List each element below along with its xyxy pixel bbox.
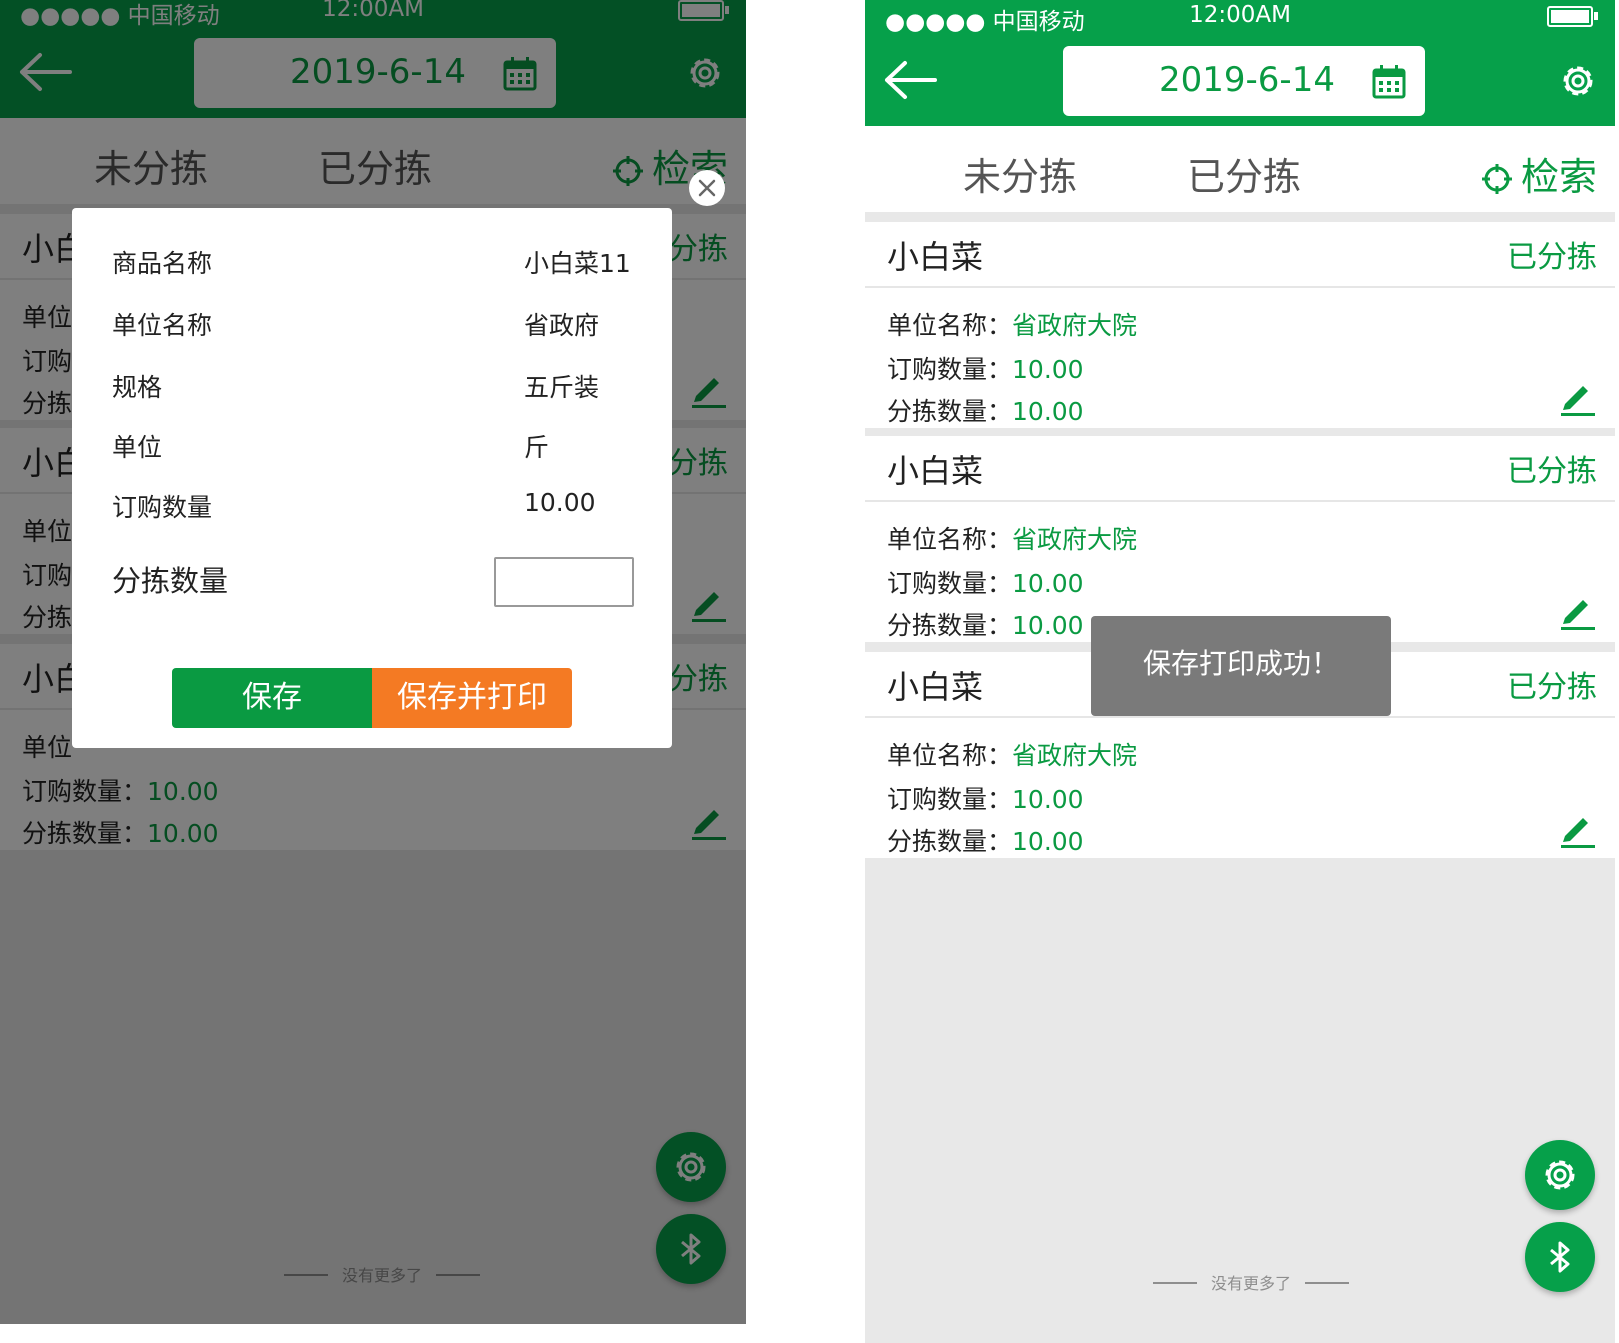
pencil-icon[interactable]: [1557, 376, 1597, 416]
dialog-row-unit: 单位 斤: [112, 428, 636, 464]
status-bar: ●●●●● 中国移动 12:00AM: [865, 2, 1615, 35]
no-more-footer: 没有更多了: [1139, 1270, 1363, 1294]
date-picker[interactable]: 2019-6-14: [1063, 46, 1425, 116]
row-label: 规格: [112, 373, 163, 402]
dialog-row-order-qty: 订购数量 10.00: [112, 488, 636, 524]
sort-row: 分拣数量：10.00: [887, 606, 1084, 642]
unit-row: 单位名称：省政府大院: [887, 736, 1137, 772]
sort-value: 10.00: [1012, 611, 1084, 640]
row-label: 单位: [112, 433, 163, 462]
divider: [865, 500, 1615, 502]
search-button[interactable]: 检索: [1481, 146, 1597, 201]
row-label: 订购数量: [112, 493, 213, 522]
divider: [865, 716, 1615, 718]
bluetooth-icon: [1550, 1241, 1570, 1273]
order-label: 订购数量：: [887, 355, 1013, 384]
dialog-row-spec: 规格 五斤装: [112, 368, 636, 404]
order-row: 订购数量：10.00: [887, 350, 1084, 386]
battery-icon: [1547, 6, 1598, 27]
save-button[interactable]: 保存: [172, 668, 372, 728]
sort-label: 分拣数量：: [887, 611, 1013, 640]
unit-label: 单位名称：: [887, 525, 1013, 554]
crosshair-icon: [1482, 164, 1512, 194]
order-row: 订购数量：10.00: [887, 780, 1084, 816]
product-name: 小白菜: [887, 668, 984, 706]
date-value: 2019-6-14: [1159, 60, 1335, 100]
order-value: 10.00: [1012, 785, 1084, 814]
unit-row: 单位名称：省政府大院: [887, 520, 1137, 556]
pencil-icon[interactable]: [1557, 808, 1597, 848]
order-value: 10.00: [1012, 355, 1084, 384]
list-item[interactable]: 小白菜 已分拣 单位名称：省政府大院 订购数量：10.00 分拣数量：10.00: [865, 436, 1615, 642]
row-value: 小白菜11: [524, 249, 631, 278]
tab-sorted[interactable]: 已分拣: [1187, 146, 1301, 201]
unit-value: 省政府大院: [1012, 525, 1138, 554]
row-label: 商品名称: [112, 249, 213, 278]
close-icon: [698, 179, 716, 197]
order-value: 10.00: [1012, 569, 1084, 598]
row-value: 五斤装: [524, 373, 600, 402]
pencil-icon[interactable]: [1557, 590, 1597, 630]
gear-icon[interactable]: [1557, 60, 1599, 102]
sort-row: 分拣数量：10.00: [887, 822, 1084, 858]
sort-value: 10.00: [1012, 397, 1084, 426]
status-badge: 已分拣: [1507, 670, 1597, 705]
dialog-row-unit-name: 单位名称 省政府: [112, 306, 636, 342]
save-and-print-button[interactable]: 保存并打印: [372, 668, 572, 728]
phone-screen-modal: ●●●●● 中国移动 12:00AM 2019-6-14 未分拣 已分拣 检索 …: [0, 0, 746, 1324]
tab-bar: 未分拣 已分拣 检索: [865, 126, 1615, 212]
unit-label: 单位名称：: [887, 311, 1013, 340]
search-label: 检索: [1521, 155, 1598, 199]
row-value: 10.00: [524, 488, 596, 517]
product-name: 小白菜: [887, 452, 984, 490]
unit-value: 省政府大院: [1012, 741, 1138, 770]
calendar-icon: [1372, 65, 1406, 99]
unit-row: 单位名称：省政府大院: [887, 306, 1137, 342]
order-row: 订购数量：10.00: [887, 564, 1084, 600]
row-value: 省政府: [524, 311, 600, 340]
gear-icon: [1545, 1160, 1575, 1190]
tab-unsorted[interactable]: 未分拣: [963, 146, 1077, 201]
status-badge: 已分拣: [1507, 454, 1597, 489]
settings-fab[interactable]: [1525, 1140, 1595, 1210]
order-label: 订购数量：: [887, 785, 1013, 814]
row-label: 单位名称: [112, 311, 213, 340]
product-name: 小白菜: [887, 238, 984, 276]
sort-value: 10.00: [1012, 827, 1084, 856]
arrow-left-icon[interactable]: [883, 60, 939, 100]
sort-qty-input[interactable]: [494, 557, 634, 607]
dialog-row-product: 商品名称 小白菜11: [112, 244, 636, 280]
order-label: 订购数量：: [887, 569, 1013, 598]
row-value: 斤: [524, 433, 550, 462]
unit-value: 省政府大院: [1012, 311, 1138, 340]
top-header: ●●●●● 中国移动 12:00AM 2019-6-14: [865, 0, 1615, 126]
phone-screen-toast: ●●●●● 中国移动 12:00AM 2019-6-14 未分拣 已分拣 检索 …: [865, 0, 1615, 1343]
list-item[interactable]: 小白菜 已分拣 单位名称：省政府大院 订购数量：10.00 分拣数量：10.00: [865, 222, 1615, 428]
divider: [865, 286, 1615, 288]
sort-qty-label: 分拣数量: [112, 564, 229, 598]
sort-row: 分拣数量：10.00: [887, 392, 1084, 428]
sort-label: 分拣数量：: [887, 397, 1013, 426]
close-dialog-button[interactable]: [689, 170, 725, 206]
clock: 12:00AM: [1189, 2, 1291, 28]
sort-label: 分拣数量：: [887, 827, 1013, 856]
toast-message: 保存打印成功！: [1091, 616, 1391, 716]
unit-label: 单位名称：: [887, 741, 1013, 770]
status-badge: 已分拣: [1507, 240, 1597, 275]
bluetooth-fab[interactable]: [1525, 1222, 1595, 1292]
sorting-dialog: 商品名称 小白菜11 单位名称 省政府 规格 五斤装 单位 斤 订购数量 10.00 分拣…: [72, 208, 672, 748]
